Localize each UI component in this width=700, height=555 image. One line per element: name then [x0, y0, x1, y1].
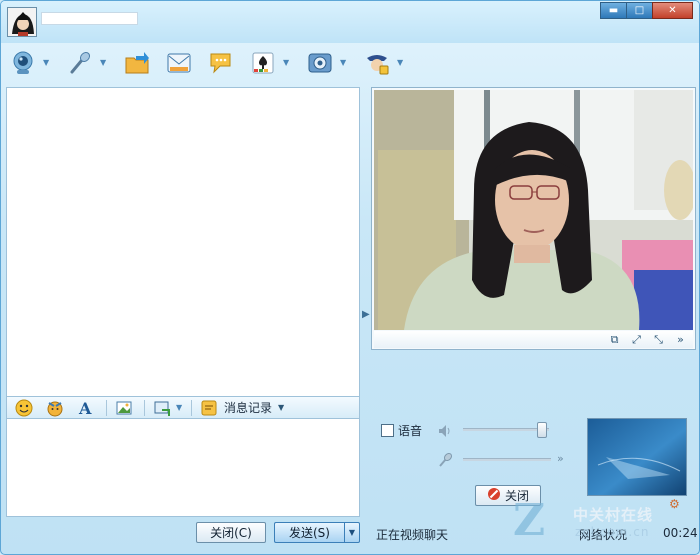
toolbar-email[interactable]: [165, 49, 193, 77]
close-window-button[interactable]: ✕: [652, 2, 693, 19]
toolbar-apps[interactable]: ▼: [306, 49, 349, 77]
toolbar-chat[interactable]: [207, 49, 235, 77]
message-history-button[interactable]: 消息记录: [224, 399, 272, 416]
toolbar-divider: [106, 399, 107, 416]
video-chat-window: ▬ □ ✕ ▼ ▼ ▼ ▼ ▼ A ▼ 消息记录 ▼ 关闭(C) 发送(S) ▼…: [0, 0, 700, 555]
chat-format-toolbar: A ▼ 消息记录 ▼: [6, 397, 360, 419]
watermark-chinese: 中关村在线: [573, 506, 654, 524]
more-options-icon[interactable]: »: [672, 332, 689, 347]
expand-audio-options-icon[interactable]: »: [557, 452, 564, 465]
chevron-down-icon[interactable]: ▼: [278, 403, 287, 412]
send-options-button[interactable]: ▼: [344, 522, 360, 543]
image-icon[interactable]: [113, 399, 135, 417]
maximize-button[interactable]: □: [626, 2, 653, 19]
svg-text:A: A: [78, 399, 92, 417]
minimize-button[interactable]: ▬: [600, 2, 627, 19]
close-chat-button[interactable]: 关闭(C): [196, 522, 266, 543]
microphone-small-icon[interactable]: [437, 452, 453, 471]
speaker-volume-thumb[interactable]: [537, 422, 547, 438]
screenshot-icon[interactable]: [151, 399, 173, 417]
stop-icon: [487, 487, 501, 504]
games-icon[interactable]: [249, 49, 277, 77]
mic-volume-slider[interactable]: [463, 452, 553, 466]
email-icon[interactable]: [165, 49, 193, 77]
title-bar[interactable]: ▬ □ ✕: [1, 1, 699, 43]
main-toolbar: ▼ ▼ ▼ ▼ ▼: [9, 45, 420, 81]
zol-watermark-logo: Z 中关村在线 zol.com.cn: [513, 499, 693, 549]
chevron-down-icon[interactable]: ▼: [100, 59, 109, 67]
toolbar-send-file[interactable]: [123, 49, 151, 77]
collapse-panel-arrow-icon[interactable]: ▶: [362, 309, 370, 320]
font-icon[interactable]: A: [75, 399, 97, 417]
voice-label: 语音: [398, 424, 423, 438]
toolbar-games[interactable]: ▼: [249, 49, 292, 77]
webcam-icon[interactable]: [9, 49, 37, 77]
toolbar-audio[interactable]: ▼: [66, 49, 109, 77]
chevron-down-icon[interactable]: ▼: [43, 59, 52, 67]
toolbar-security[interactable]: ▼: [363, 49, 406, 77]
send-button[interactable]: 发送(S): [274, 522, 344, 543]
popout-video-icon[interactable]: ⧉: [606, 332, 623, 347]
watermark-english: zol.com.cn: [575, 525, 650, 539]
emoticon-icon[interactable]: [13, 399, 35, 417]
message-input[interactable]: [6, 419, 360, 517]
voice-toggle[interactable]: 语音: [381, 422, 422, 439]
mic-volume-track[interactable]: [463, 458, 551, 461]
app-settings-icon[interactable]: [306, 49, 334, 77]
toolbar-divider: [191, 399, 192, 416]
nickname-field: [41, 12, 138, 25]
fullscreen-icon[interactable]: ⤢: [628, 332, 645, 347]
speaker-icon[interactable]: [437, 424, 453, 441]
avatar[interactable]: [7, 7, 37, 37]
message-history-icon[interactable]: [198, 399, 220, 417]
chevron-down-icon[interactable]: ▼: [340, 59, 349, 67]
chevron-down-icon[interactable]: ▼: [397, 59, 406, 67]
chat-bubble-icon[interactable]: [207, 49, 235, 77]
toolbar-video[interactable]: ▼: [9, 49, 52, 77]
speaker-volume-slider[interactable]: [463, 422, 553, 438]
microphone-icon[interactable]: [66, 49, 94, 77]
magic-emoticon-icon[interactable]: [44, 399, 66, 417]
call-status: 正在视频聊天: [376, 528, 449, 542]
remote-video-panel: ⧉ ⤢ ⤡ »: [371, 87, 696, 350]
send-file-icon[interactable]: [123, 49, 151, 77]
remote-video-feed: [374, 90, 693, 330]
security-icon[interactable]: [363, 49, 391, 77]
local-video-preview[interactable]: [587, 418, 687, 496]
watermark-letter: Z: [513, 495, 546, 546]
window-controls: ▬ □ ✕: [600, 2, 693, 19]
chat-history-pane[interactable]: [6, 87, 360, 397]
chevron-down-icon[interactable]: ▼: [283, 59, 292, 67]
chevron-down-icon[interactable]: ▼: [176, 403, 185, 412]
toolbar-divider: [144, 399, 145, 416]
voice-checkbox[interactable]: [381, 424, 394, 437]
resize-video-icon[interactable]: ⤡: [650, 332, 667, 347]
video-toolbar: ⧉ ⤢ ⤡ »: [374, 331, 693, 348]
chat-actions: 关闭(C) 发送(S) ▼: [6, 520, 360, 546]
